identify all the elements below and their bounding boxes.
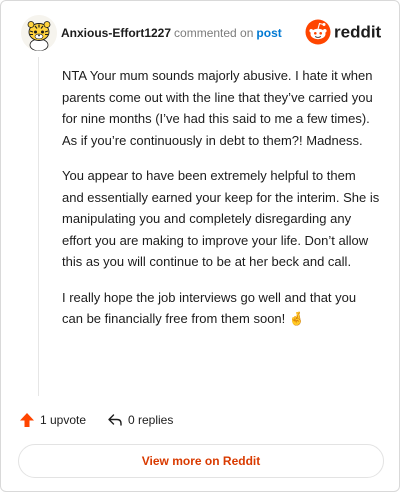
replies-count: 0 replies (128, 413, 174, 427)
post-link[interactable]: post (256, 26, 281, 40)
upvote-arrow-icon (20, 413, 34, 427)
commented-on-text: commented on (174, 26, 254, 40)
user-avatar[interactable] (21, 15, 57, 51)
comment-paragraph: I really hope the job interviews go well… (62, 289, 357, 327)
comment-paragraph: NTA Your mum sounds majorly abusive. I h… (62, 68, 373, 148)
comment-paragraph: You appear to have been extremely helpfu… (62, 168, 380, 269)
upvote-button[interactable]: 1 upvote (19, 409, 86, 431)
author-username[interactable]: Anxious-Effort1227 (61, 26, 171, 40)
comment-meta: Anxious-Effort1227 commented on post (61, 26, 282, 40)
reddit-logo[interactable]: reddit (305, 18, 383, 46)
upvote-count: 1 upvote (40, 413, 87, 427)
reddit-wordmark: reddit (334, 23, 382, 42)
reddit-snoo-icon (305, 19, 331, 45)
replies-button[interactable]: 0 replies (107, 409, 173, 431)
view-more-on-reddit-button[interactable]: View more on Reddit (18, 444, 384, 478)
comment-actions: 1 upvote 0 replies (19, 409, 379, 431)
comment-body: NTA Your mum sounds majorly abusive. I h… (62, 65, 380, 344)
reply-arrow-icon (108, 414, 122, 426)
embedded-comment-card: Anxious-Effort1227 commented on post reddi… (0, 0, 400, 492)
thread-line (38, 57, 39, 396)
comment-header: Anxious-Effort1227 commented on post reddi… (19, 15, 385, 55)
snoo-tiger-avatar-icon (21, 15, 57, 51)
